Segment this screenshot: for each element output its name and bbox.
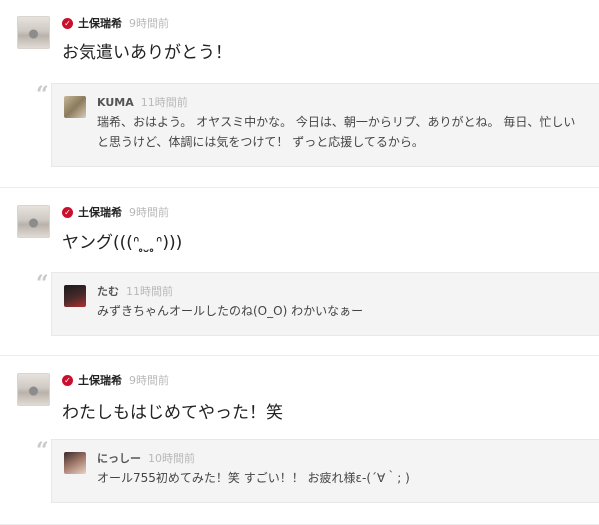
reply-author[interactable]: KUMA — [97, 96, 134, 109]
post-text: わたしもはじめてやった！笑 — [62, 403, 283, 423]
quote-icon: “ — [36, 438, 49, 464]
post-time: 9時間前 — [129, 374, 169, 387]
quote-icon: “ — [36, 271, 49, 297]
reply-text: 瑞希、おはよう。 オヤスミ中かな。 今日は、朝一からリプ、ありがとね。 毎日、忙… — [97, 115, 576, 149]
avatar[interactable] — [64, 452, 86, 474]
reply-time: 11時間前 — [140, 96, 188, 109]
reply-time: 10時間前 — [148, 452, 195, 465]
reply-card[interactable]: KUMA 11時間前 瑞希、おはよう。 オヤスミ中かな。 今日は、朝一からリプ、… — [51, 83, 599, 167]
author-name[interactable]: 土保瑞希 — [78, 204, 122, 220]
author-name[interactable]: 土保瑞希 — [78, 372, 122, 388]
reply-header: にっしー 10時間前 — [97, 450, 195, 466]
post-text: ヤング(((ᐢ ̥ ̮ ̥ᐢ))) — [62, 233, 183, 253]
post-header: ✓ 土保瑞希 9時間前 — [62, 15, 169, 31]
post-time: 9時間前 — [129, 206, 169, 219]
reply-author[interactable]: たむ — [97, 283, 119, 299]
reply-card[interactable]: にっしー 10時間前 オール755初めてみた！笑 すごい！！ お疲れ様ε-(´∀… — [51, 439, 599, 503]
avatar[interactable] — [17, 373, 50, 406]
check-badge-icon: ✓ — [62, 374, 73, 386]
avatar[interactable] — [64, 96, 86, 118]
reply-text: みずきちゃんオールしたのね(O_O) わかいなぁー — [97, 304, 364, 318]
post-text: お気遣いありがとう！ — [62, 43, 232, 63]
avatar[interactable] — [17, 16, 50, 49]
check-badge-icon: ✓ — [62, 206, 73, 218]
post: ✓ 土保瑞希 9時間前 お気遣いありがとう！ “ KUMA 11時間前 瑞希、お… — [0, 0, 599, 188]
post-time: 9時間前 — [129, 17, 169, 30]
post-header: ✓ 土保瑞希 9時間前 — [62, 204, 169, 220]
post: ✓ 土保瑞希 9時間前 ヤング(((ᐢ ̥ ̮ ̥ᐢ))) “ たむ 11時間前… — [0, 188, 599, 356]
post: ✓ 土保瑞希 9時間前 わたしもはじめてやった！笑 “ にっしー 10時間前 オ… — [0, 356, 599, 525]
check-badge-icon: ✓ — [62, 17, 73, 29]
author-name[interactable]: 土保瑞希 — [78, 15, 122, 31]
quote-icon: “ — [36, 82, 49, 108]
reply-header: KUMA 11時間前 — [97, 94, 188, 110]
reply-card[interactable]: たむ 11時間前 みずきちゃんオールしたのね(O_O) わかいなぁー — [51, 272, 599, 336]
reply-author[interactable]: にっしー — [97, 450, 141, 466]
reply-time: 11時間前 — [126, 285, 173, 298]
reply-text: オール755初めてみた！笑 すごい！！ お疲れ様ε-(´∀｀; ) — [97, 471, 410, 485]
avatar[interactable] — [17, 205, 50, 238]
reply-header: たむ 11時間前 — [97, 283, 173, 299]
avatar[interactable] — [64, 285, 86, 307]
post-header: ✓ 土保瑞希 9時間前 — [62, 372, 169, 388]
